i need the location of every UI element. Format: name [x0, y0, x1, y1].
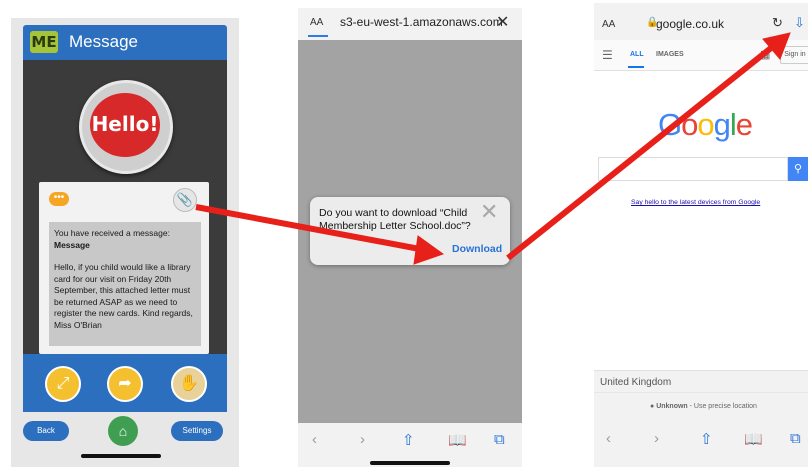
url-text[interactable]: google.co.uk [656, 17, 724, 31]
tab-all[interactable]: ALL [630, 51, 644, 58]
message-intro: You have received a message: [54, 228, 170, 238]
location-status: Unknown [656, 403, 688, 410]
message-body-area: Hello! ••• 📎 You have received a message… [23, 60, 227, 354]
search-icon[interactable]: ⚲ [788, 157, 808, 181]
url-text[interactable]: s3-eu-west-1.amazonaws.com [340, 15, 503, 29]
share-icon[interactable]: ⇧ [402, 431, 415, 449]
promo-link[interactable]: Say hello to the latest devices from Goo… [631, 199, 760, 206]
browser-toolbar: ‹ › ⇧ 📖 ⧉ [594, 422, 808, 467]
speech-bubble-icon: ••• [49, 192, 69, 206]
reader-button[interactable]: AA [602, 19, 615, 30]
address-bar: AA 🔒 google.co.uk ↻ ⇩ [594, 3, 808, 40]
share-icon[interactable]: ➦ [107, 366, 143, 402]
address-bar: AA s3-eu-west-1.amazonaws.com ✕ [298, 8, 522, 40]
app-screen-panel: ME Message Hello! ••• 📎 You have receive… [11, 18, 239, 467]
share-icon[interactable]: ⇧ [700, 430, 713, 448]
dialog-message: Do you want to download “Child Membershi… [319, 207, 471, 232]
signin-button[interactable]: Sign in [780, 46, 808, 64]
active-tab-indicator [628, 66, 644, 68]
home-icon[interactable]: ⌂ [108, 416, 138, 446]
home-indicator [81, 454, 161, 458]
reload-icon[interactable]: ↻ [772, 15, 783, 31]
home-indicator [370, 461, 450, 465]
tabs-icon[interactable]: ⧉ [494, 431, 505, 448]
back-icon[interactable]: ‹ [606, 430, 611, 447]
location-footer: ● Unknown - Use precise location [594, 392, 808, 423]
message-body: Hello, if you child would like a library… [54, 262, 193, 330]
location-action: - Use precise location [687, 403, 757, 410]
tabs-icon[interactable]: ⧉ [790, 430, 801, 447]
browser-download-panel: AA s3-eu-west-1.amazonaws.com ✕ Do you w… [298, 8, 522, 467]
location-text[interactable]: ● Unknown - Use precise location [650, 403, 757, 410]
apps-grid-icon[interactable]: ▦ [760, 48, 770, 61]
reader-button[interactable]: AA [310, 17, 323, 28]
dialog-close-icon[interactable]: ✕ [480, 199, 498, 225]
browser-toolbar: ‹ › ⇧ 📖 ⧉ [298, 423, 522, 467]
search-input[interactable] [598, 157, 788, 181]
close-icon[interactable]: ✕ [496, 12, 509, 32]
app-bottom-bar: Back ⌂ Settings [11, 412, 239, 467]
bookmarks-icon[interactable]: 📖 [744, 430, 763, 448]
paperclip-icon[interactable]: 📎 [173, 188, 197, 212]
header-title: Message [69, 32, 138, 51]
back-icon[interactable]: ‹ [312, 431, 317, 448]
app-footer: ⤢ ➦ ✋ [23, 354, 227, 412]
download-button[interactable]: Download [452, 243, 502, 255]
country-footer: United Kingdom [594, 370, 808, 393]
app-logo: ME [30, 31, 58, 53]
forward-icon[interactable]: › [360, 431, 365, 448]
app-header: ME Message [23, 25, 227, 60]
message-text-box: You have received a message: Message Hel… [49, 222, 201, 346]
menu-icon[interactable]: ☰ [602, 48, 613, 62]
country-label: United Kingdom [600, 377, 672, 388]
expand-icon[interactable]: ⤢ [45, 366, 81, 402]
bookmarks-icon[interactable]: 📖 [448, 431, 467, 449]
browser-google-panel: AA 🔒 google.co.uk ↻ ⇩ ☰ ALL IMAGES ▦ Sig… [594, 3, 808, 467]
download-dialog: Do you want to download “Child Membershi… [310, 197, 510, 265]
message-card: ••• 📎 You have received a message: Messa… [39, 182, 209, 354]
tab-images[interactable]: IMAGES [656, 51, 684, 58]
hello-badge: Hello! [79, 80, 173, 174]
hello-text: Hello! [90, 93, 160, 157]
message-title: Message [54, 239, 90, 250]
downloads-icon[interactable]: ⇩ [794, 15, 805, 31]
google-logo: Google [658, 107, 753, 142]
google-nav: ☰ ALL IMAGES ▦ Sign in [594, 40, 808, 71]
hand-icon[interactable]: ✋ [171, 366, 207, 402]
forward-icon[interactable]: › [654, 430, 659, 447]
settings-button[interactable]: Settings [171, 421, 223, 441]
progress-indicator [308, 35, 328, 37]
back-button[interactable]: Back [23, 421, 69, 441]
